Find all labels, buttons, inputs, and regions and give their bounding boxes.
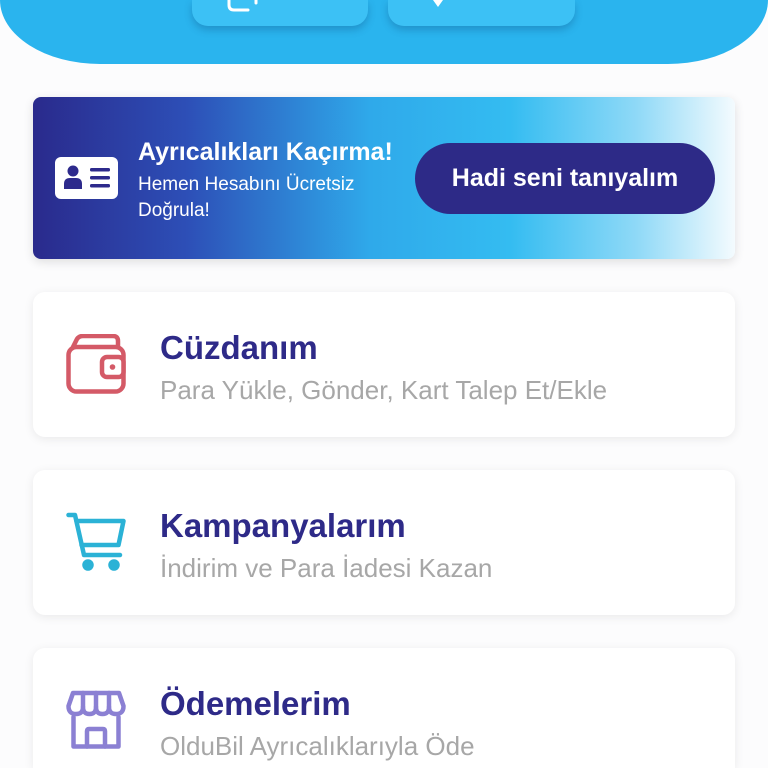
banner-title: Ayrıcalıkları Kaçırma! [138,138,393,166]
menu-item-wallet[interactable]: Cüzdanım Para Yükle, Gönder, Kart Talep … [33,292,735,437]
menu-item-campaigns[interactable]: Kampanyalarım İndirim ve Para İadesi Kaz… [33,470,735,615]
verify-account-banner[interactable]: Ayrıcalıkları Kaçırma! Hemen Hesabını Üc… [33,97,735,259]
menu-item-subtitle: Para Yükle, Gönder, Kart Talep Et/Ekle [160,375,608,405]
menu-item-payments[interactable]: Ödemelerim OlduBil Ayrıcalıklarıyla Öde [33,648,735,768]
location-pin-icon [433,0,443,8]
id-card-icon [55,157,118,199]
store-icon [66,690,126,750]
menu-item-title: Kampanyalarım [160,507,406,544]
menu-item-subtitle: İndirim ve Para İadesi Kazan [160,553,493,583]
phone-icon [226,0,260,13]
get-to-know-you-button[interactable]: Hadi seni tanıyalım [415,143,715,214]
menu-item-title: Ödemelerim [160,685,351,722]
wallet-icon [66,333,126,394]
shopping-cart-icon [66,512,126,572]
top-header [0,0,768,64]
menu-item-subtitle: OlduBil Ayrıcalıklarıyla Öde [160,731,475,761]
menu-item-title: Cüzdanım [160,329,318,366]
top-action-button-2[interactable] [388,0,575,26]
top-action-button-1[interactable] [192,0,368,26]
banner-subtitle: Hemen Hesabını Ücretsiz Doğrula! [138,174,355,221]
